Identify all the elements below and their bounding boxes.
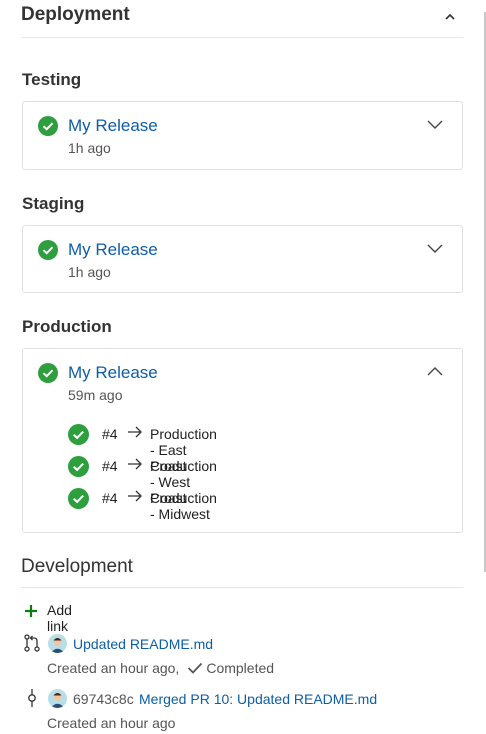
pull-request-status: Completed <box>206 660 275 676</box>
deployment-title: Deployment <box>21 4 130 25</box>
stage-title-staging: Staging <box>22 194 85 213</box>
arrow-right-icon <box>128 426 142 438</box>
development-title: Development <box>21 556 133 577</box>
development-section-header[interactable]: Development <box>21 550 463 588</box>
chevron-down-icon[interactable] <box>426 118 444 130</box>
success-check-icon <box>68 424 89 445</box>
chevron-up-icon[interactable] <box>443 10 457 24</box>
chevron-down-icon[interactable] <box>426 242 444 254</box>
success-check-icon <box>68 456 89 477</box>
user-avatar <box>48 634 67 653</box>
success-check-icon <box>68 488 89 509</box>
arrow-right-icon <box>128 490 142 502</box>
release-time: 1h ago <box>68 264 111 280</box>
pull-request-link[interactable]: Updated README.md <box>73 636 213 652</box>
arrow-right-icon <box>128 458 142 470</box>
release-name-link[interactable]: My Release <box>68 363 158 383</box>
commit-icon <box>28 689 36 707</box>
commit-id: 69743c8c <box>73 691 134 707</box>
development-item-commit: 69743c8c Merged PR 10: Updated README.md… <box>22 688 452 733</box>
success-check-icon <box>38 363 58 383</box>
release-time: 59m ago <box>68 387 123 403</box>
add-link-label: Add link <box>47 602 72 634</box>
release-name-link[interactable]: My Release <box>68 116 158 136</box>
user-avatar <box>48 689 67 708</box>
chevron-up-icon[interactable] <box>426 365 444 377</box>
checkmark-icon <box>188 662 203 674</box>
success-check-icon <box>38 240 58 260</box>
release-card-staging[interactable]: My Release 1h ago <box>22 225 463 293</box>
pull-request-icon <box>24 634 40 652</box>
deployment-number: #4 <box>102 458 118 474</box>
created-time: Created an hour ago <box>47 715 176 731</box>
deployment-number: #4 <box>102 490 118 506</box>
plus-icon <box>25 605 37 617</box>
release-time: 1h ago <box>68 140 111 156</box>
stage-title-production: Production <box>22 317 112 336</box>
success-check-icon <box>38 116 58 136</box>
deployment-section-header[interactable]: Deployment <box>21 0 463 38</box>
commit-link[interactable]: Merged PR 10: Updated README.md <box>139 691 377 707</box>
release-card-production[interactable]: My Release 59m ago #4 Production - East … <box>22 348 463 533</box>
environment-name: Production - Midwest <box>150 490 217 522</box>
deployment-number: #4 <box>102 426 118 442</box>
development-item-pull-request: Updated README.md Created an hour ago, Co… <box>22 633 442 678</box>
release-name-link[interactable]: My Release <box>68 240 158 260</box>
stage-title-testing: Testing <box>22 70 82 89</box>
created-time: Created an hour ago, <box>47 660 180 676</box>
pull-request-meta: Created an hour ago, Completed <box>47 660 274 676</box>
release-card-testing[interactable]: My Release 1h ago <box>22 101 463 170</box>
